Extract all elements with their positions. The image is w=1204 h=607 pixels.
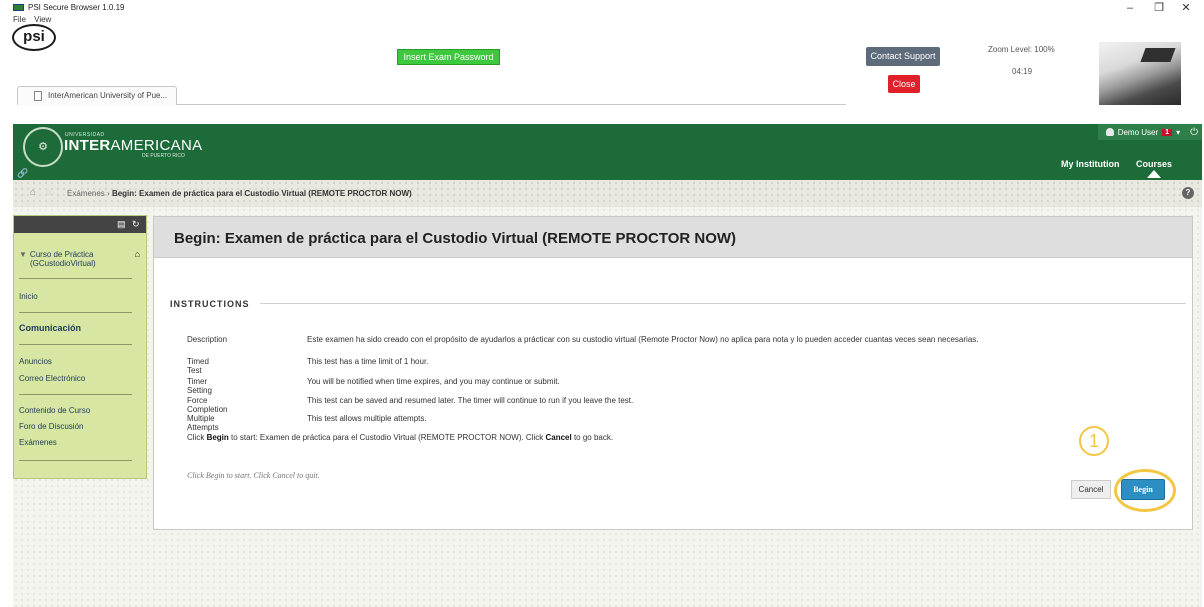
tab-divider bbox=[176, 104, 846, 105]
sidebar-item-correo[interactable]: Correo Electrónico bbox=[19, 374, 85, 383]
course-menu-toolbar: ▤ ↻ bbox=[14, 216, 146, 233]
webcam-object bbox=[1140, 48, 1176, 62]
quit-hint: Click Begin to start. Click Cancel to qu… bbox=[187, 471, 320, 480]
menu-divider bbox=[19, 344, 132, 345]
page-title: Begin: Examen de práctica para el Custod… bbox=[174, 230, 737, 247]
instruction-value: You will be notified when time expires, … bbox=[307, 377, 560, 386]
close-window-icon[interactable]: ✕ bbox=[1176, 1, 1196, 15]
page-icon bbox=[34, 91, 42, 101]
breadcrumb-trail: Exámenes › Begin: Examen de práctica par… bbox=[67, 189, 412, 198]
begin-instruction-text: Click Begin to start: Examen de práctica… bbox=[187, 433, 613, 442]
home-icon[interactable]: ⌂ bbox=[30, 187, 36, 198]
instruction-label: Force Completion bbox=[187, 396, 228, 414]
collapse-caret-icon[interactable]: ▼ bbox=[19, 250, 27, 259]
click-middle: to start: Examen de práctica para el Cus… bbox=[228, 433, 546, 442]
click-suffix: to go back. bbox=[571, 433, 614, 442]
step-number-annotation: 1 bbox=[1079, 426, 1109, 456]
instruction-label: Timer Setting bbox=[187, 377, 212, 395]
browser-tab-label: InterAmerican University of Pue... bbox=[48, 91, 168, 100]
notification-badge[interactable]: 1 bbox=[1162, 128, 1173, 136]
zoom-level: Zoom Level: 100% bbox=[988, 45, 1055, 54]
click-cancel-word: Cancel bbox=[545, 433, 572, 442]
sidebar-item-anuncios[interactable]: Anuncios bbox=[19, 357, 52, 366]
browser-tab[interactable]: InterAmerican University of Pue... bbox=[17, 86, 177, 105]
menu-file[interactable]: File bbox=[13, 15, 26, 24]
main-panel: Begin: Examen de práctica para el Custod… bbox=[153, 216, 1193, 530]
minimize-icon[interactable]: – bbox=[1120, 1, 1140, 15]
click-begin-word: Begin bbox=[206, 433, 229, 442]
highlight-ring-annotation bbox=[1114, 469, 1176, 512]
maximize-icon[interactable]: ❐ bbox=[1149, 1, 1169, 15]
course-title-line1: Curso de Práctica bbox=[29, 250, 94, 259]
active-tab-caret-icon bbox=[1147, 170, 1161, 178]
course-title-line2: (GCustodioVirtual) bbox=[30, 259, 96, 268]
user-name[interactable]: Demo User bbox=[1118, 128, 1158, 137]
refresh-icon[interactable]: ↻ bbox=[132, 219, 140, 230]
course-home-icon[interactable]: ⌂ bbox=[135, 249, 140, 259]
folder-view-icon[interactable]: ▤ bbox=[117, 219, 126, 230]
click-prefix: Click bbox=[187, 433, 207, 442]
webcam-preview bbox=[1099, 42, 1181, 105]
cancel-button[interactable]: Cancel bbox=[1071, 480, 1111, 499]
menu-divider bbox=[19, 278, 132, 279]
logo-sub-text: DE PUERTO RICO bbox=[142, 153, 185, 159]
instruction-label: Timed Test bbox=[187, 357, 209, 375]
instruction-label: Multiple Attempts bbox=[187, 414, 219, 432]
breadcrumb: ⌂ ◌ Exámenes › Begin: Examen de práctica… bbox=[13, 180, 1202, 207]
link-icon[interactable]: 🔗 bbox=[17, 168, 28, 179]
university-seal-icon: ⚙ bbox=[23, 127, 63, 167]
psi-logo: psi bbox=[12, 24, 56, 51]
instruction-value: This test can be saved and resumed later… bbox=[307, 396, 634, 405]
menu-view[interactable]: View bbox=[34, 15, 51, 24]
psi-app-icon bbox=[13, 4, 24, 11]
user-menu[interactable]: Demo User 1 ▾ ⏻ bbox=[1097, 124, 1202, 140]
logo-bold: INTER bbox=[64, 137, 111, 154]
instruction-label: Description bbox=[187, 335, 228, 344]
course-menu: ▤ ↻ ▼ Curso de Práctica (GCustodioVirtual… bbox=[13, 215, 147, 479]
site-header: ⚙ UNIVERSIDAD INTERAMERICANA DE PUERTO R… bbox=[13, 124, 1202, 180]
tab-courses[interactable]: Courses bbox=[1136, 159, 1172, 169]
menu-bar: File View bbox=[13, 15, 57, 24]
tab-my-institution[interactable]: My Institution bbox=[1061, 159, 1120, 169]
instruction-value: Este examen ha sido creado con el propós… bbox=[307, 335, 979, 344]
course-nav-icon[interactable]: ◌ bbox=[46, 187, 51, 197]
user-icon bbox=[1105, 128, 1114, 136]
instruction-value: This test has a time limit of 1 hour. bbox=[307, 357, 429, 366]
menu-divider bbox=[19, 460, 132, 461]
sidebar-item-foro[interactable]: Foro de Discusión bbox=[19, 422, 83, 431]
close-button[interactable]: Close bbox=[888, 75, 920, 93]
instruction-value: This test allows multiple attempts. bbox=[307, 414, 427, 423]
exam-timer: 04:19 bbox=[1012, 67, 1033, 76]
course-title[interactable]: ▼ Curso de Práctica (GCustodioVirtual) bbox=[19, 250, 96, 268]
menu-divider bbox=[19, 394, 132, 395]
window-title: PSI Secure Browser 1.0.19 bbox=[28, 3, 125, 12]
sidebar-item-comunicacion[interactable]: Comunicación bbox=[19, 323, 81, 333]
breadcrumb-current: Begin: Examen de práctica para el Custod… bbox=[111, 189, 412, 198]
logo-light: AMERICANA bbox=[110, 137, 203, 154]
breadcrumb-parent[interactable]: Exámenes bbox=[67, 189, 105, 198]
university-logo[interactable]: INTERAMERICANA bbox=[64, 137, 202, 154]
sidebar-item-inicio[interactable]: Inicio bbox=[19, 292, 38, 301]
sidebar-item-examenes[interactable]: Exámenes bbox=[19, 438, 57, 447]
contact-support-button[interactable]: Contact Support bbox=[866, 47, 940, 66]
menu-divider bbox=[19, 312, 132, 313]
insert-exam-password-button[interactable]: Insert Exam Password bbox=[397, 49, 500, 65]
section-divider bbox=[260, 303, 1186, 304]
power-icon[interactable]: ⏻ bbox=[1190, 127, 1198, 138]
help-icon[interactable]: ? bbox=[1182, 187, 1194, 199]
instructions-heading: INSTRUCTIONS bbox=[170, 299, 250, 309]
sidebar-item-contenido[interactable]: Contenido de Curso bbox=[19, 406, 90, 415]
window-titlebar: PSI Secure Browser 1.0.19 – ❐ ✕ bbox=[0, 0, 1204, 16]
breadcrumb-separator: › bbox=[107, 189, 110, 198]
chevron-down-icon[interactable]: ▾ bbox=[1176, 128, 1180, 137]
